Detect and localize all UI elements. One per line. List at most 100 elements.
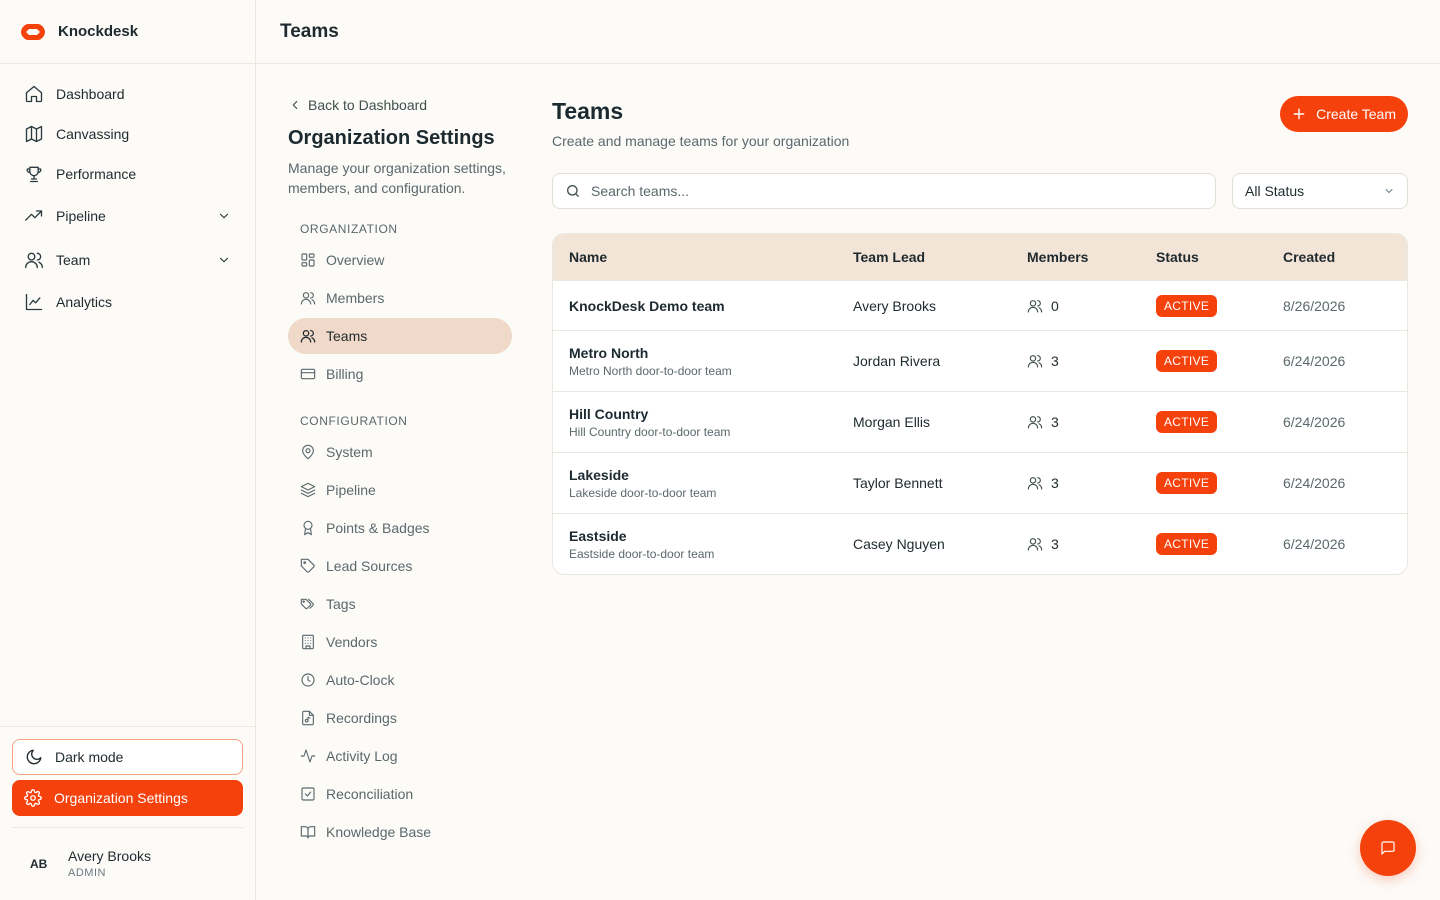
top-header: Teams [256, 0, 1440, 64]
user-profile[interactable]: AB Avery Brooks ADMIN [12, 827, 243, 899]
settings-item-recordings[interactable]: Recordings [288, 700, 512, 736]
column-header-members[interactable]: Members [1027, 249, 1156, 265]
clock-icon [301, 673, 315, 687]
status-filter-select[interactable]: All Status [1232, 173, 1408, 209]
team-name-cell: Eastside Eastside door-to-door team [553, 528, 853, 561]
sidebar-footer: Dark mode Organization Settings AB Avery… [0, 726, 255, 879]
settings-item-tags[interactable]: Tags [288, 586, 512, 622]
nav-item-performance[interactable]: Performance [0, 154, 255, 194]
settings-description: Manage your organization settings, membe… [288, 160, 506, 196]
chat-support-button[interactable] [1360, 820, 1416, 876]
dark-mode-label: Dark mode [55, 749, 124, 765]
created-date: 6/24/2026 [1283, 353, 1346, 369]
settings-item-teams[interactable]: Teams [288, 318, 512, 354]
settings-item-overview[interactable]: Overview [288, 242, 512, 278]
search-box[interactable] [552, 173, 1216, 209]
table-row[interactable]: KnockDesk Demo team Avery Brooks 0 ACTIV… [553, 280, 1407, 330]
created-date: 8/26/2026 [1283, 297, 1346, 314]
users-icon [1027, 538, 1043, 551]
nav-item-analytics[interactable]: Analytics [0, 282, 255, 322]
team-description: Metro North door-to-door team [569, 363, 732, 378]
members-count: 3 [1051, 475, 1059, 491]
nav-item-canvassing[interactable]: Canvassing [0, 114, 255, 154]
settings-item-billing[interactable]: Billing [288, 356, 512, 392]
tags-icon [300, 598, 314, 610]
settings-item-activity-log[interactable]: Activity Log [288, 738, 512, 774]
settings-item-label: Points & Badges [326, 520, 430, 536]
settings-item-reconciliation[interactable]: Reconciliation [288, 776, 512, 812]
members-cell: 0 [1027, 298, 1156, 314]
team-lead: Morgan Ellis [853, 414, 931, 430]
team-description: Lakeside door-to-door team [569, 485, 717, 500]
created-date: 6/24/2026 [1283, 536, 1346, 552]
message-square-icon [1381, 841, 1395, 855]
team-name-cell: Lakeside Lakeside door-to-door team [553, 467, 853, 500]
column-header-created[interactable]: Created [1283, 249, 1407, 265]
map-pin-icon [302, 444, 314, 460]
organization-settings-button[interactable]: Organization Settings [12, 780, 243, 816]
chevron-down-icon [1385, 189, 1393, 193]
main-sidebar: Knockdesk Dashboard Canvassing Performan… [0, 0, 256, 900]
avatar: AB [30, 856, 48, 871]
settings-item-system[interactable]: System [288, 434, 512, 470]
table-row[interactable]: Lakeside Lakeside door-to-door team Tayl… [553, 452, 1407, 513]
team-name[interactable]: KnockDesk Demo team [569, 298, 853, 314]
users-icon [300, 330, 316, 343]
settings-title: Organization Settings [288, 127, 495, 149]
grid-icon [301, 253, 315, 267]
chevron-down-icon[interactable] [217, 209, 231, 223]
team-name[interactable]: Metro North [569, 345, 853, 361]
team-name[interactable]: Hill Country [569, 406, 853, 422]
settings-item-points-badges[interactable]: Points & Badges [288, 510, 512, 546]
column-header-team-lead[interactable]: Team Lead [853, 249, 1027, 265]
header-title: Teams [280, 20, 339, 42]
nav-label: Pipeline [56, 208, 106, 224]
create-team-label: Create Team [1316, 106, 1396, 122]
settings-item-lead-sources[interactable]: Lead Sources [288, 548, 512, 584]
table-row[interactable]: Metro North Metro North door-to-door tea… [553, 330, 1407, 391]
team-name[interactable]: Eastside [569, 528, 853, 544]
settings-item-pipeline[interactable]: Pipeline [288, 472, 512, 508]
settings-item-vendors[interactable]: Vendors [288, 624, 512, 660]
nav-item-pipeline[interactable]: Pipeline [0, 194, 255, 238]
settings-item-knowledge-base[interactable]: Knowledge Base [288, 814, 512, 850]
nav-label: Team [56, 252, 91, 268]
team-lead: Avery Brooks [853, 297, 936, 314]
column-header-status[interactable]: Status [1156, 249, 1283, 265]
teams-table: Name Team Lead Members Status Created Kn… [552, 233, 1408, 575]
team-name-cell: Hill Country Hill Country door-to-door t… [553, 406, 853, 439]
settings-item-label: Pipeline [326, 482, 376, 498]
table-header: Name Team Lead Members Status Created [553, 234, 1407, 280]
team-lead: Casey Nguyen [853, 536, 945, 552]
user-name: Avery Brooks [68, 848, 151, 864]
map-icon [25, 125, 43, 143]
users-icon [300, 292, 316, 305]
settings-item-members[interactable]: Members [288, 280, 512, 316]
primary-nav: Dashboard Canvassing Performance Pipelin… [0, 64, 255, 322]
table-row[interactable]: Hill Country Hill Country door-to-door t… [553, 391, 1407, 452]
members-count: 3 [1051, 414, 1059, 430]
nav-item-dashboard[interactable]: Dashboard [0, 74, 255, 114]
users-icon [1027, 299, 1043, 313]
gear-icon [24, 789, 42, 807]
book-icon [300, 826, 316, 839]
dark-mode-toggle[interactable]: Dark mode [12, 739, 243, 775]
settings-item-auto-clock[interactable]: Auto-Clock [288, 662, 512, 698]
settings-item-label: System [326, 444, 373, 460]
create-team-button[interactable]: Create Team [1280, 96, 1408, 132]
members-count: 3 [1051, 353, 1059, 369]
team-name[interactable]: Lakeside [569, 467, 853, 483]
brand[interactable]: Knockdesk [0, 0, 255, 64]
team-description: Eastside door-to-door team [569, 546, 715, 561]
trending-up-icon [25, 210, 43, 221]
status-badge: ACTIVE [1156, 350, 1218, 372]
knockdesk-logo-icon [21, 23, 45, 40]
settings-item-label: Activity Log [326, 748, 398, 764]
home-icon [25, 85, 43, 103]
table-row[interactable]: Eastside Eastside door-to-door team Case… [553, 513, 1407, 574]
chevron-down-icon[interactable] [217, 253, 231, 267]
column-header-name[interactable]: Name [553, 249, 853, 265]
back-to-dashboard-link[interactable]: Back to Dashboard [288, 97, 512, 113]
nav-item-team[interactable]: Team [0, 238, 255, 282]
search-input[interactable] [591, 183, 1191, 199]
